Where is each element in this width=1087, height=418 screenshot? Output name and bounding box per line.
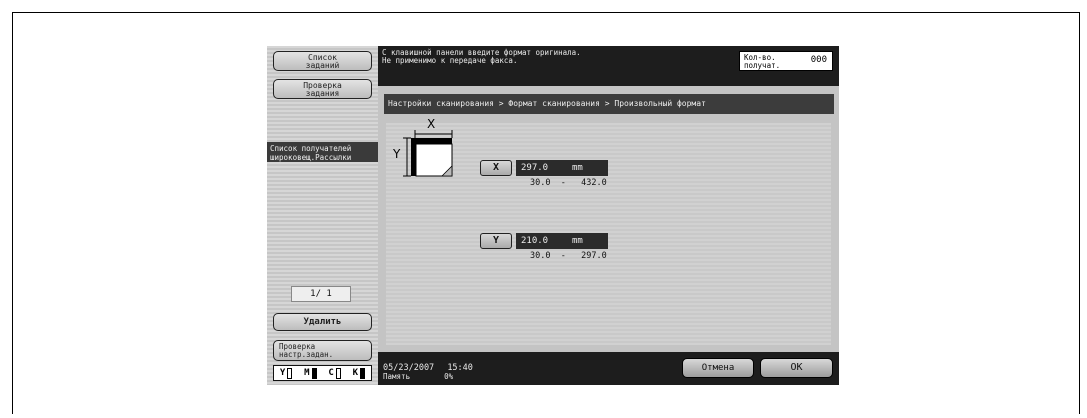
toner-m: M bbox=[304, 367, 317, 379]
y-value: 210.0 bbox=[521, 236, 549, 246]
diagram-y-label: Y bbox=[393, 147, 401, 161]
copies-label-line2: получат. bbox=[744, 60, 781, 70]
y-range: 30.0 - 297.0 bbox=[530, 251, 607, 261]
status-footer: 05/23/2007 15:40 Память 0% Отмена OK bbox=[378, 352, 839, 385]
toner-k: K bbox=[353, 367, 366, 379]
job-list-button[interactable]: Список заданий bbox=[273, 51, 372, 71]
job-check-label: Проверка задания bbox=[303, 81, 342, 98]
copies-counter: Кол-во. получат. 000 bbox=[739, 51, 833, 71]
toner-y: Y bbox=[280, 367, 293, 379]
cancel-button[interactable]: Отмена bbox=[682, 358, 754, 378]
control-panel-screen: Список заданий Проверка задания Список п… bbox=[267, 46, 839, 385]
delete-button[interactable]: Удалить bbox=[273, 313, 372, 331]
y-value-field[interactable]: 210.0 mm bbox=[516, 233, 608, 249]
y-dimension-button[interactable]: Y bbox=[480, 233, 512, 249]
check-settings-line2: настр.задан. bbox=[279, 350, 334, 359]
main-panel: Настройки сканирования > Формат сканиров… bbox=[378, 86, 839, 352]
breadcrumb: Настройки сканирования > Формат сканиров… bbox=[384, 94, 834, 114]
copies-value: 000 bbox=[810, 55, 827, 65]
x-unit: mm bbox=[572, 163, 583, 173]
distribution-list-tab[interactable]: Список получателей широковещ.Рассылки bbox=[267, 142, 378, 162]
memory-label: Память bbox=[383, 372, 411, 381]
page-indicator: 1/ 1 bbox=[291, 286, 351, 302]
toner-levels: Y M C K bbox=[273, 365, 372, 381]
toner-bar-icon bbox=[335, 367, 341, 379]
x-dimension-button[interactable]: X bbox=[480, 160, 512, 176]
left-panel: Список заданий Проверка задания Список п… bbox=[267, 46, 378, 385]
delete-label: Удалить bbox=[303, 317, 342, 327]
paper-size-diagram: X Y bbox=[393, 117, 476, 193]
toner-bar-icon bbox=[287, 367, 293, 379]
y-unit: mm bbox=[572, 236, 583, 246]
job-list-label: Список заданий bbox=[305, 53, 340, 70]
size-input-area: X Y X 297.0 mm 30.0 - 432.0 Y 210.0 mm 3… bbox=[386, 117, 831, 345]
memory-status: Память 0% bbox=[383, 373, 453, 381]
memory-value: 0% bbox=[444, 372, 454, 381]
paper-diagram-icon bbox=[403, 130, 453, 177]
job-check-button[interactable]: Проверка задания bbox=[273, 79, 372, 99]
instruction-message: С клавишной панели введите формат оригин… bbox=[382, 48, 581, 65]
ok-button[interactable]: OK bbox=[760, 358, 833, 378]
x-value-field[interactable]: 297.0 mm bbox=[516, 160, 608, 176]
check-settings-button[interactable]: Проверка настр.задан. bbox=[273, 340, 372, 361]
distribution-label-line2: широковещ.Рассылки bbox=[270, 153, 352, 162]
message-bar: С клавишной панели введите формат оригин… bbox=[378, 46, 839, 86]
toner-bar-icon bbox=[360, 367, 366, 379]
diagram-x-label: X bbox=[427, 117, 436, 131]
x-range: 30.0 - 432.0 bbox=[530, 178, 607, 188]
distribution-label-line1: Список получателей bbox=[270, 144, 352, 153]
toner-c: C bbox=[328, 367, 341, 379]
toner-bar-icon bbox=[311, 367, 317, 379]
x-value: 297.0 bbox=[521, 163, 549, 173]
